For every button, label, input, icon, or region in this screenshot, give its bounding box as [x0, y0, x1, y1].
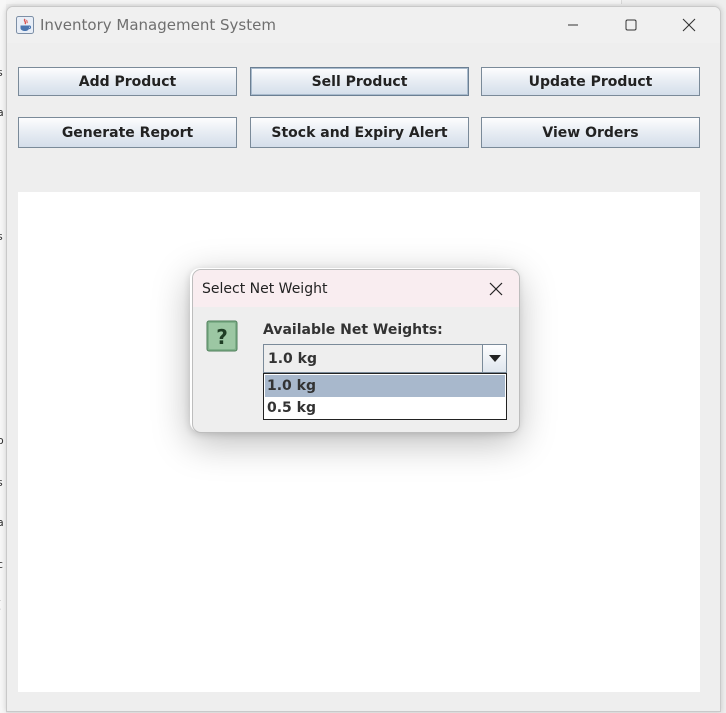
background-text: a: [0, 106, 4, 119]
dialog-title-bar[interactable]: Select Net Weight: [193, 270, 519, 307]
background-window-top: [521, 0, 622, 4]
title-bar[interactable]: Inventory Management System: [7, 7, 720, 43]
stock-expiry-alert-button[interactable]: Stock and Expiry Alert: [250, 117, 469, 148]
minimize-button[interactable]: [544, 7, 602, 43]
sell-product-button[interactable]: Sell Product: [250, 67, 469, 96]
background-window-top: [371, 0, 522, 4]
svg-text:?: ?: [216, 325, 228, 349]
close-icon: [682, 18, 696, 32]
close-button[interactable]: [660, 7, 718, 43]
generate-report-button[interactable]: Generate Report: [18, 117, 237, 148]
minimize-icon: [568, 24, 578, 26]
maximize-button[interactable]: [602, 7, 660, 43]
background-text: s: [0, 66, 3, 79]
question-icon: ?: [206, 320, 238, 352]
background-window-top: [6, 0, 372, 4]
add-product-button[interactable]: Add Product: [18, 67, 237, 96]
update-product-button[interactable]: Update Product: [481, 67, 700, 96]
dialog-title: Select Net Weight: [202, 281, 328, 297]
window-title: Inventory Management System: [40, 16, 276, 34]
net-weight-combobox[interactable]: 1.0 kg: [263, 344, 507, 373]
screen: s a s o s a c [ Inventory Management Sys…: [0, 0, 726, 713]
view-orders-button[interactable]: View Orders: [481, 117, 700, 148]
close-icon: [489, 282, 503, 295]
select-net-weight-dialog: Select Net Weight ? Available Net Weight…: [192, 269, 520, 433]
background-text: o: [0, 434, 4, 447]
combo-dropdown-button[interactable]: [482, 345, 506, 372]
option-1-0-kg[interactable]: 1.0 kg: [265, 375, 505, 397]
option-0-5-kg[interactable]: 0.5 kg: [265, 397, 505, 419]
background-text: s: [0, 230, 3, 243]
dialog-close-button[interactable]: [473, 270, 519, 307]
available-net-weights-label: Available Net Weights:: [263, 322, 443, 338]
background-text: a: [0, 516, 4, 529]
net-weight-options-list: 1.0 kg 0.5 kg: [263, 373, 507, 420]
maximize-icon: [625, 19, 637, 31]
combo-selected-value: 1.0 kg: [268, 351, 318, 367]
background-text: s: [0, 476, 3, 489]
java-app-icon: [16, 16, 34, 34]
content-panel: [18, 192, 700, 692]
chevron-down-icon: [488, 354, 501, 362]
background-text: c: [0, 558, 4, 571]
background-text: [: [0, 598, 1, 611]
